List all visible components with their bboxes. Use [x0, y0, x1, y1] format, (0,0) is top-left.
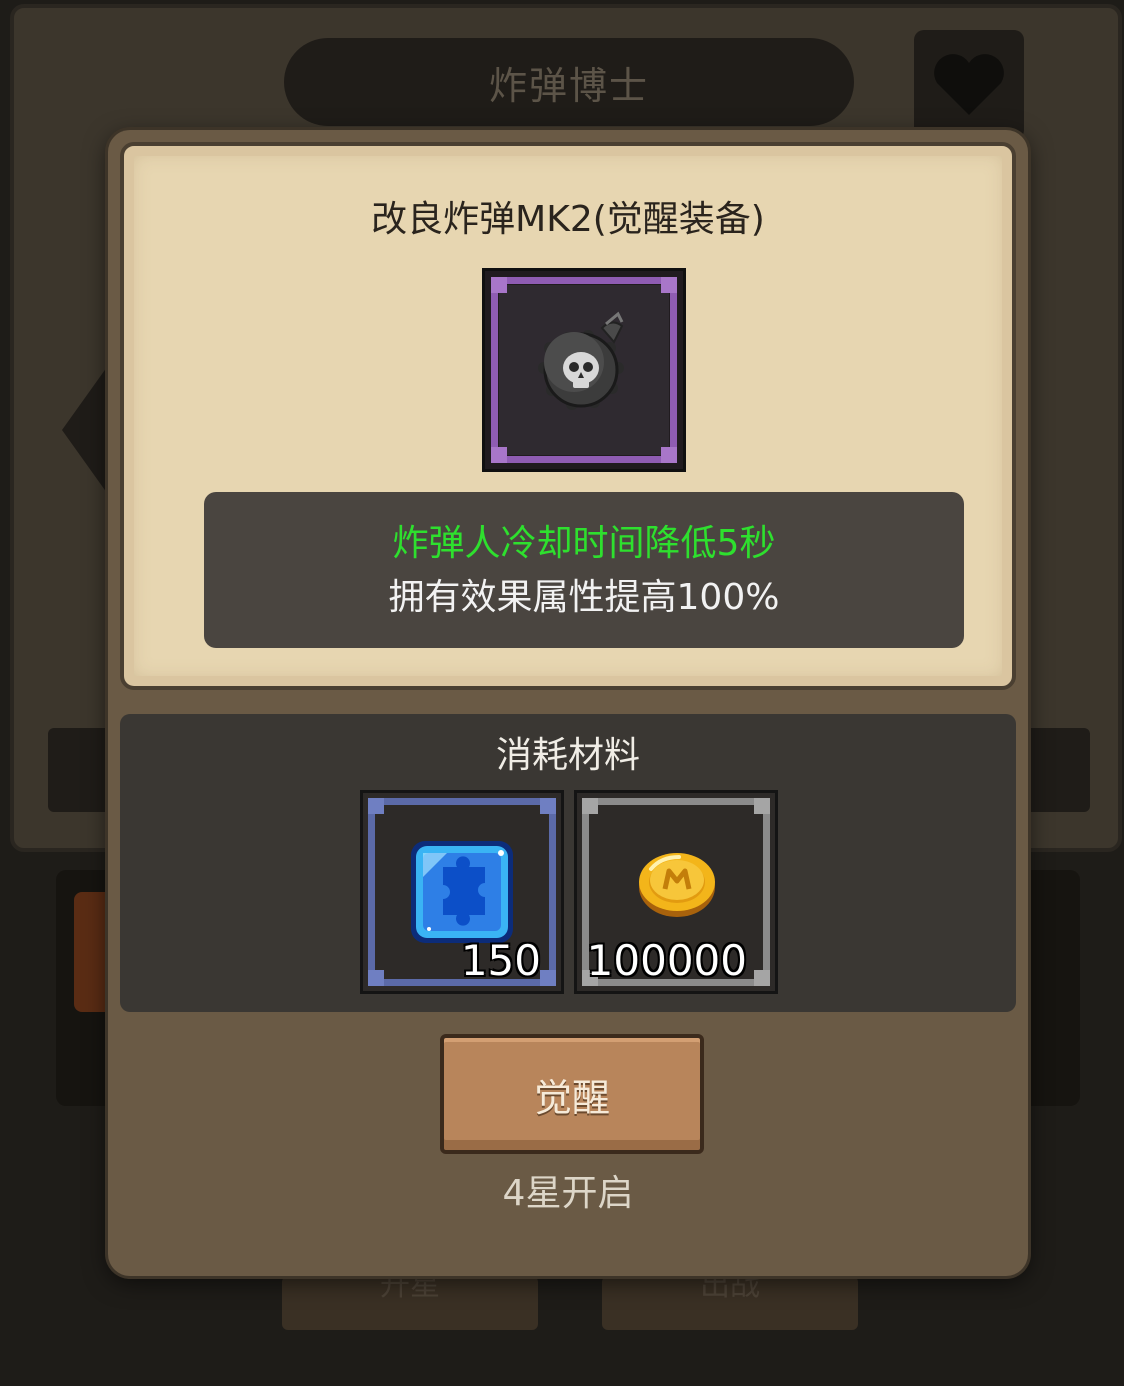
awaken-button[interactable]: 觉醒	[440, 1034, 704, 1154]
game-screen: 炸弹博士 升星 出战 改良炸弹MK2(觉醒装备) 炸弹人冷却时间降低5秒 拥有效…	[0, 0, 1124, 1386]
background-card	[56, 870, 116, 1106]
material-slot-gold[interactable]: 100000	[574, 790, 778, 994]
materials-panel: 消耗材料 150 100000	[120, 714, 1016, 1012]
gold-coin-icon	[639, 853, 715, 917]
favorite-button	[914, 30, 1024, 140]
item-info-panel: 改良炸弹MK2(觉醒装备) 炸弹人冷却时间降低5秒 拥有效果属性提高100%	[120, 142, 1016, 690]
hero-name: 炸弹博士	[488, 63, 649, 108]
unlock-requirement: 4星开启	[502, 1173, 634, 1214]
hero-name-banner: 炸弹博士	[284, 38, 854, 126]
skull-bomb-icon	[538, 311, 624, 410]
item-slot[interactable]	[482, 268, 686, 472]
previous-arrow-icon	[62, 360, 112, 500]
awaken-equipment-dialog: 改良炸弹MK2(觉醒装备) 炸弹人冷却时间降低5秒 拥有效果属性提高100% 消…	[108, 130, 1028, 1276]
effect-description-box: 炸弹人冷却时间降低5秒 拥有效果属性提高100%	[204, 492, 964, 648]
material-slot-shard[interactable]: 150	[360, 790, 564, 994]
deploy-button: 出战	[602, 1271, 858, 1330]
background-card	[1020, 870, 1080, 1106]
material-quantity: 150	[460, 936, 541, 985]
blue-puzzle-shard-icon	[411, 841, 513, 943]
material-quantity: 100000	[586, 936, 747, 985]
star-up-button: 升星	[282, 1271, 538, 1330]
heart-icon	[934, 54, 1004, 115]
item-title: 改良炸弹MK2(觉醒装备)	[371, 199, 765, 240]
effect-secondary: 拥有效果属性提高100%	[388, 577, 780, 618]
materials-label: 消耗材料	[495, 735, 640, 776]
effect-primary: 炸弹人冷却时间降低5秒	[392, 523, 776, 564]
awaken-button-label: 觉醒	[533, 1075, 610, 1120]
